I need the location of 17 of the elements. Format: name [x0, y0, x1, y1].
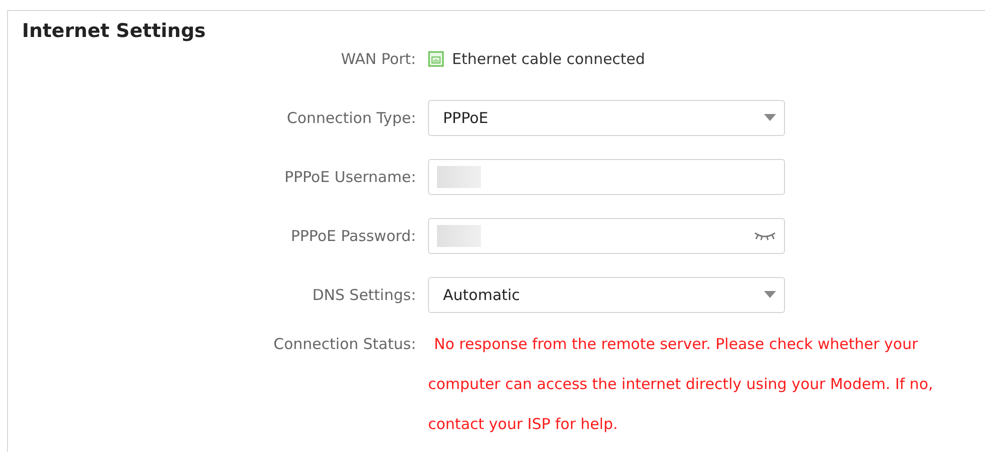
input-field[interactable] — [428, 158, 785, 194]
connection-status-message: No response from the remote server. Please check whether your computer can access the internet directly using your Modem. If no, contact your ISP for help. — [428, 334, 934, 435]
field-label: PPPoE Password: — [290, 226, 416, 244]
dropdown-caret-icon[interactable] — [764, 291, 776, 298]
field-label: DNS Settings: — [312, 286, 416, 304]
input-field[interactable] — [428, 218, 785, 254]
ethernet-port-icon — [428, 51, 444, 67]
select-field[interactable]: Automatic — [428, 276, 785, 312]
field-label: Connection Type: — [286, 108, 416, 126]
field-label: PPPoE Username: — [284, 168, 416, 186]
hidden-eye-icon[interactable] — [754, 230, 776, 240]
field-label: WAN Port: — [340, 50, 416, 68]
dropdown-caret-icon[interactable] — [764, 114, 776, 121]
section-title: Internet Settings — [22, 19, 207, 44]
field-label: Connection Status: — [274, 334, 416, 355]
wan-status-text: Ethernet cable connected — [452, 50, 646, 68]
select-field[interactable]: PPPoE — [428, 100, 785, 136]
